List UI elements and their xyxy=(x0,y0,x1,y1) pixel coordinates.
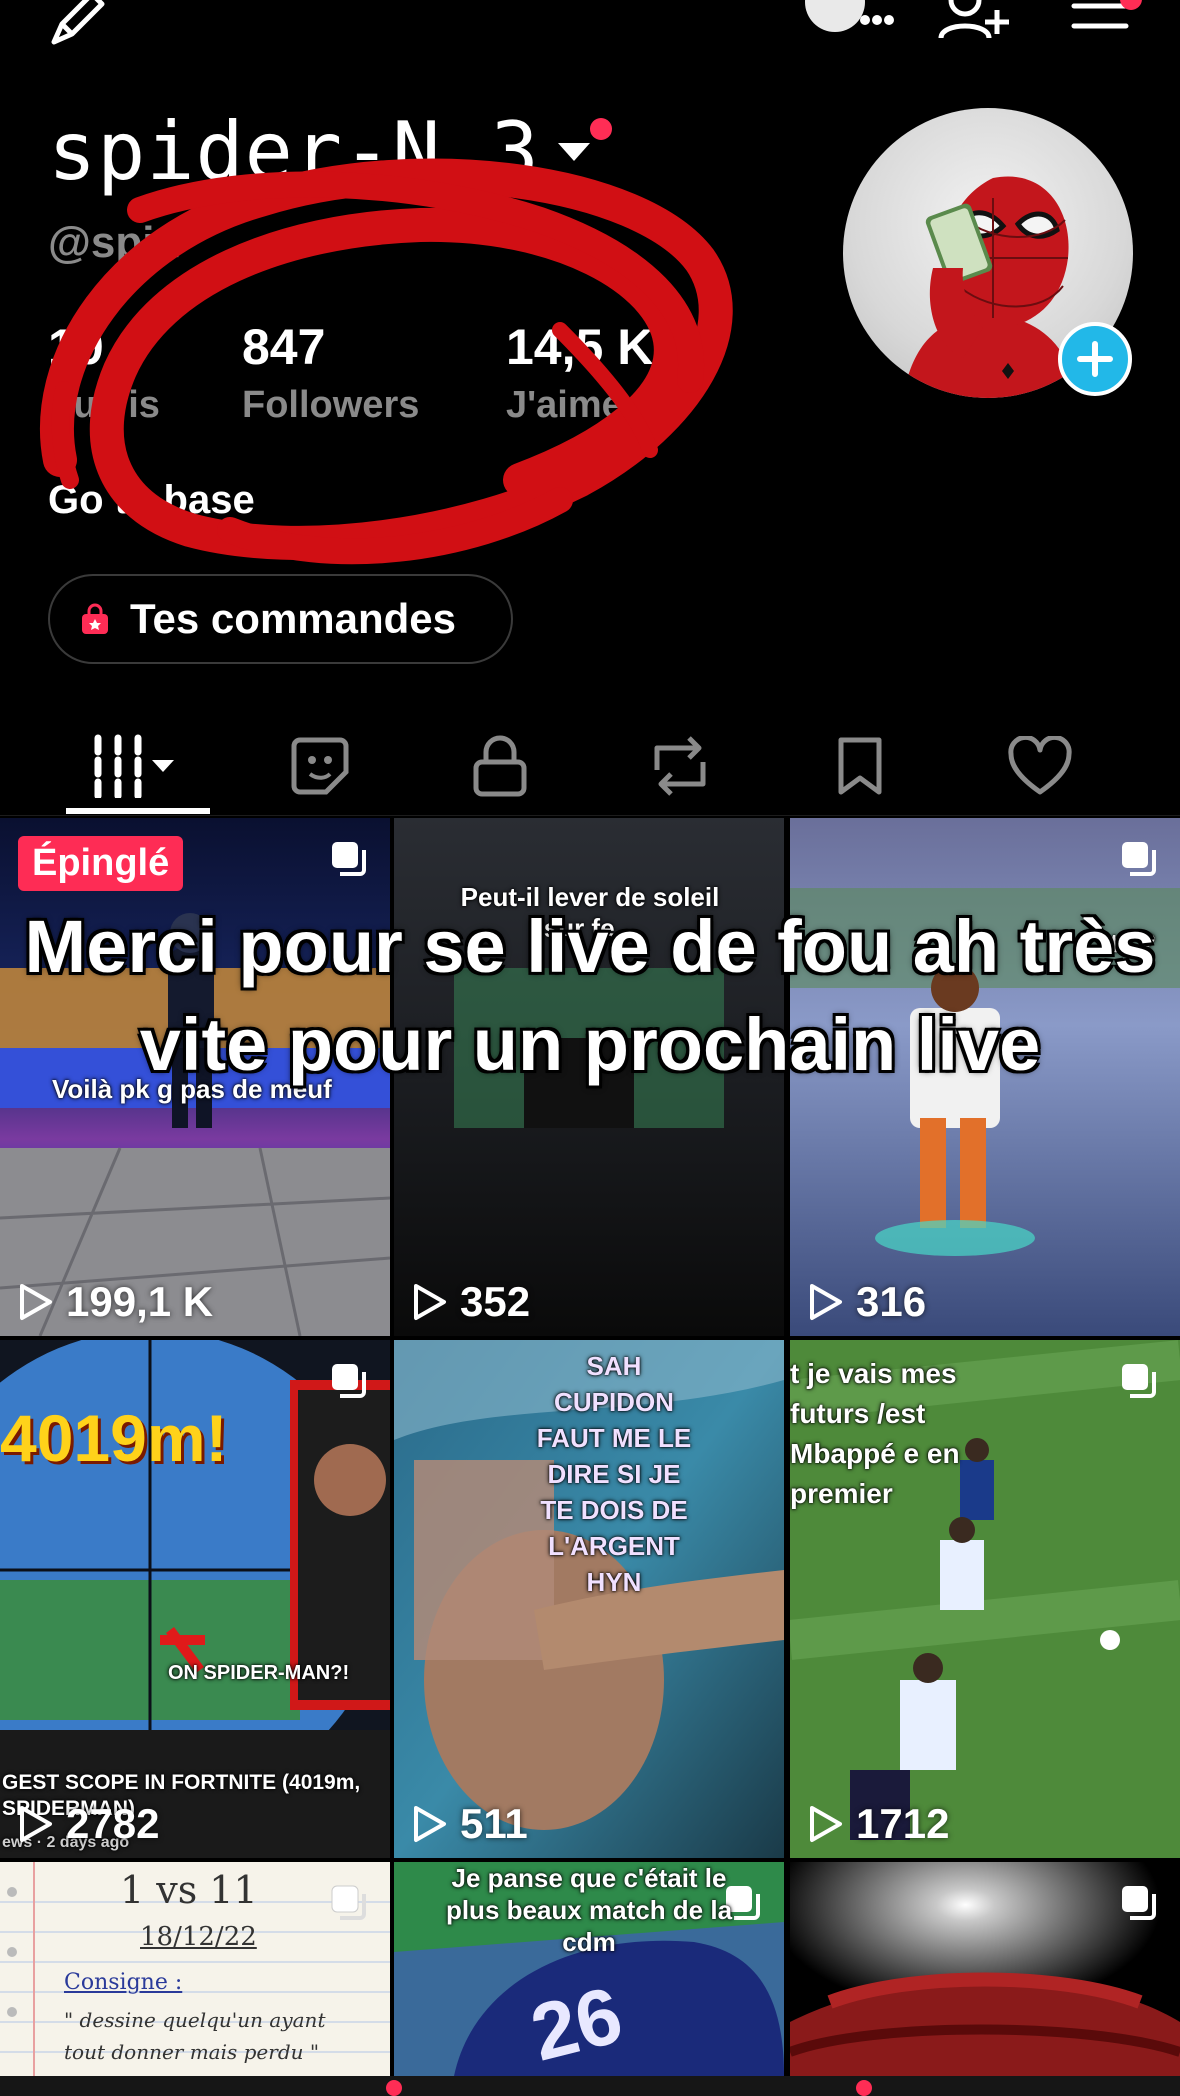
multi-image-icon xyxy=(332,842,366,876)
add-story-button[interactable] xyxy=(1058,322,1132,396)
heart-icon xyxy=(1008,736,1072,795)
orders-label: Tes commandes xyxy=(130,595,457,642)
tab-reposts[interactable] xyxy=(610,716,750,816)
tab-favorites[interactable] xyxy=(790,716,930,816)
stat-label: Followers xyxy=(242,384,420,426)
video-instruction-label: Consigne : xyxy=(64,1970,183,1995)
video-caption: 4019m! xyxy=(0,1401,228,1475)
play-icon xyxy=(20,1806,52,1842)
video-thumbnail[interactable] xyxy=(790,1862,1180,2076)
view-count: 511 xyxy=(412,1800,528,1848)
bio: Go to base xyxy=(48,478,255,522)
top-bar xyxy=(0,0,1180,70)
view-count: 199,1 K xyxy=(18,1278,213,1326)
tab-stickers[interactable] xyxy=(250,716,390,816)
status-dot xyxy=(590,118,612,140)
multi-image-icon xyxy=(1122,1886,1156,1920)
handle: @spid xyxy=(48,218,182,267)
stat-value: 19 xyxy=(48,319,104,375)
username: spider-N.3 xyxy=(48,105,540,198)
video-thumbnail[interactable]: SAH CUPIDON FAUT ME LE DIRE SI JE TE DOI… xyxy=(394,1340,784,1858)
view-count: 1712 xyxy=(808,1800,949,1848)
play-icon xyxy=(414,1806,446,1842)
username-switcher[interactable]: spider-N.3 xyxy=(48,112,590,192)
repost-icon xyxy=(654,736,706,796)
video-instruction: " dessine quelqu'un ayant tout donner ma… xyxy=(64,2008,326,2064)
view-count-value: 316 xyxy=(856,1278,927,1325)
stat-likes[interactable]: 14,5 K J'aime xyxy=(506,318,653,427)
multi-image-icon xyxy=(1122,842,1156,876)
view-count: 316 xyxy=(808,1278,926,1326)
video-thumbnail[interactable]: 1 vs 11 18/12/22 Consigne : " dessine qu… xyxy=(0,1862,390,2076)
stat-label: Suivis xyxy=(48,384,160,426)
tab-videos[interactable] xyxy=(68,716,208,816)
stat-followers[interactable]: 847 Followers xyxy=(242,318,419,427)
stat-value: 14,5 K xyxy=(506,319,654,375)
video-caption: SAH CUPIDON FAUT ME LE DIRE SI JE TE DOI… xyxy=(536,1351,692,1597)
lock-icon xyxy=(473,735,527,797)
play-icon xyxy=(810,1284,842,1320)
video-thumbnail[interactable]: 4019m! ON SPIDER-MAN?! GEST SCOPE IN FOR… xyxy=(0,1340,390,1858)
orders-button[interactable]: Tes commandes xyxy=(48,574,513,664)
shopping-bag-icon xyxy=(82,603,108,634)
chevron-down-icon xyxy=(557,143,590,161)
bookmark-icon xyxy=(838,737,882,795)
video-thumbnail[interactable]: t je vais mes futurs /est Mbappé e en pr… xyxy=(790,1340,1180,1858)
video-thumbnail[interactable]: 26 Je panse que c'était le plus beaux ma… xyxy=(394,1862,784,2076)
edit-icon[interactable] xyxy=(40,0,120,50)
video-caption: t je vais mes futurs /est Mbappé e en pr… xyxy=(790,1358,960,1509)
stat-value: 847 xyxy=(242,319,326,375)
view-count-value: 2782 xyxy=(66,1800,160,1847)
profile-tabs xyxy=(0,716,1180,816)
add-friend-icon[interactable] xyxy=(935,0,1015,50)
sticker-icon xyxy=(291,737,349,795)
view-count-value: 1712 xyxy=(856,1800,950,1847)
active-tab-indicator xyxy=(66,808,210,814)
play-icon xyxy=(414,1284,446,1320)
account-switch-icon[interactable] xyxy=(805,0,895,50)
pinned-badge: Épinglé xyxy=(18,836,184,891)
video-date: 18/12/22 xyxy=(140,1922,257,1952)
tab-liked[interactable] xyxy=(970,716,1110,816)
stat-following[interactable]: 19 Suivis xyxy=(48,318,160,427)
profile-stats: 19 Suivis 847 Followers 14,5 K J'aime xyxy=(48,318,688,428)
view-count-value: 199,1 K xyxy=(66,1278,214,1325)
nav-notification-dot xyxy=(856,2080,872,2096)
multi-image-icon xyxy=(331,1885,366,1920)
view-count-value: 511 xyxy=(460,1800,528,1847)
view-count: 352 xyxy=(412,1278,530,1326)
multi-image-icon xyxy=(332,1364,366,1398)
tab-private[interactable] xyxy=(430,716,570,816)
bottom-nav-bar xyxy=(0,2076,1180,2096)
overlay-text-sticker: Merci pour se live de fou ah très vite p… xyxy=(24,905,1156,1086)
grid-icon xyxy=(94,734,174,798)
video-caption: Je panse que c'était le plus beaux match… xyxy=(445,1863,733,1957)
multi-image-icon xyxy=(1122,1364,1156,1398)
play-icon xyxy=(810,1806,842,1842)
play-icon xyxy=(20,1284,52,1320)
view-count-value: 352 xyxy=(460,1278,531,1325)
video-caption-secondary: ON SPIDER-MAN?! xyxy=(168,1662,350,1684)
view-count: 2782 xyxy=(18,1800,159,1848)
nav-indicator-dot xyxy=(386,2080,402,2096)
video-caption: 1 vs 11 xyxy=(120,1868,258,1912)
plus-icon xyxy=(1077,341,1113,377)
stat-label: J'aime xyxy=(506,384,623,426)
